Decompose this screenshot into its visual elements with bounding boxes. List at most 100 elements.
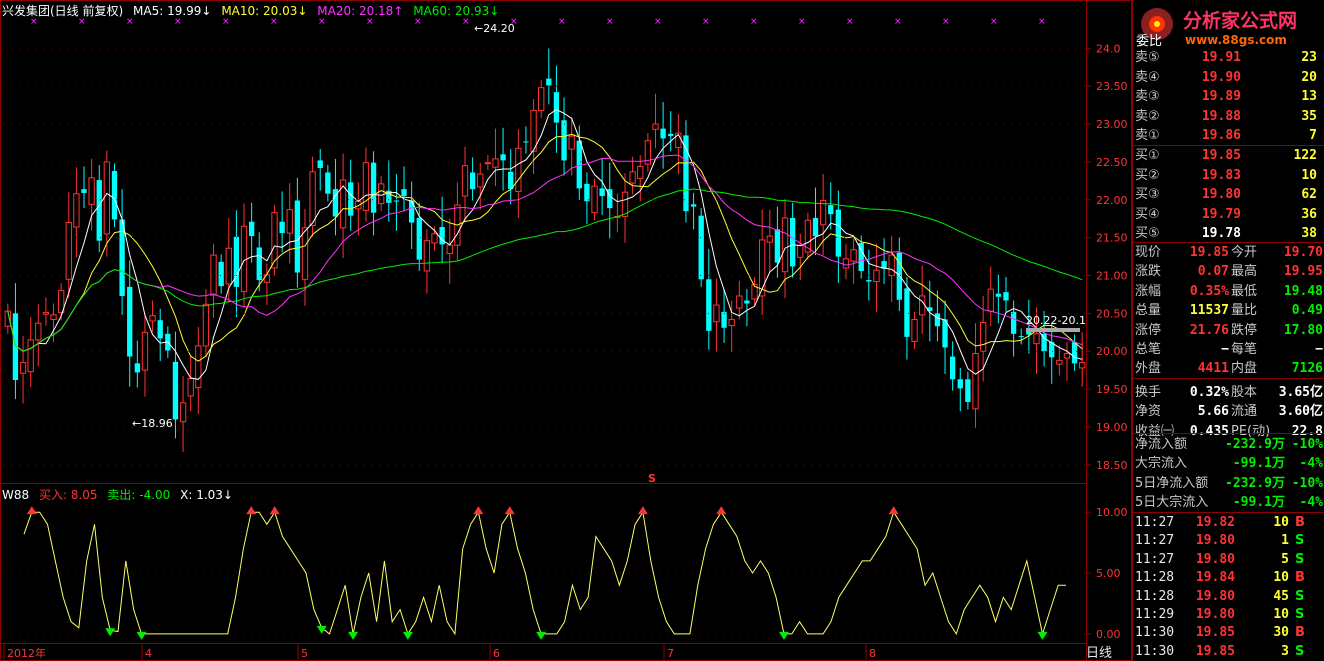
range-marker-label: 20.22-20.1 — [1026, 314, 1086, 327]
candle-up — [568, 135, 575, 150]
price-axis: 24.0 23.50 23.00 22.50 22.00 21.50 21.00 20.50 2… — [4, 42, 1128, 472]
tick-side: S — [1295, 588, 1305, 604]
candle-up — [301, 227, 309, 280]
sell-order-row: 卖② 19.88 35 — [1135, 107, 1323, 126]
candle-down — [706, 279, 712, 331]
candle-down — [134, 363, 141, 373]
candle-down — [401, 189, 407, 196]
buy-arrow-icon — [473, 506, 484, 515]
order-label: 卖④ — [1135, 69, 1160, 85]
candle-up — [461, 165, 469, 197]
quote-row: 总笔 − 每笔 − — [1135, 340, 1323, 359]
candle-up — [530, 109, 537, 152]
candle-down — [96, 180, 102, 241]
candle-down — [904, 288, 910, 337]
order-label: 卖⑤ — [1135, 50, 1160, 65]
order-volume: 122 — [1293, 148, 1317, 163]
candle-up — [629, 171, 636, 184]
candle-down — [835, 209, 842, 257]
tick-side: S — [1295, 551, 1305, 567]
quote-row: 外盘 4411 内盘 7126 — [1135, 359, 1323, 378]
period-label[interactable]: 日线 — [1086, 642, 1112, 661]
candle-up — [88, 177, 95, 205]
price-tick-label: 18.50 — [1096, 459, 1128, 472]
candle-up — [19, 362, 27, 374]
candle-up — [141, 331, 149, 371]
top-x-marker: × — [702, 17, 710, 27]
candle-down — [1071, 342, 1078, 364]
tick-time: 11:30 — [1135, 625, 1175, 641]
buy-arrow-icon — [637, 506, 648, 515]
sell-arrow-icon — [778, 631, 789, 640]
candle-up — [515, 147, 522, 192]
quote-key: 最低 — [1231, 283, 1258, 299]
logo-name: 分析家公式网 — [1183, 10, 1298, 32]
order-price: 19.83 — [1201, 167, 1241, 183]
candle-up — [179, 402, 187, 423]
panel-separator — [1133, 378, 1324, 379]
tick-side: S — [1295, 607, 1305, 622]
order-label: 买② — [1135, 167, 1160, 183]
sell-order-row: 卖① 19.86 7 — [1135, 126, 1323, 145]
candle-up — [35, 322, 42, 341]
kline-chart-area[interactable]: 24.0 23.50 23.00 22.50 22.00 21.50 21.00 20.50 2… — [0, 0, 1132, 661]
candle-up — [987, 288, 994, 312]
candle-down — [111, 170, 118, 220]
ma20-label: MA20: 20.18↑ — [317, 4, 404, 18]
quote-value: 0.35% — [1189, 283, 1229, 299]
tick-time: 11:27 — [1135, 533, 1175, 549]
quote-key: 股本 — [1231, 384, 1258, 400]
candle-up — [972, 353, 979, 410]
indicator-name[interactable]: W88 — [2, 488, 29, 502]
quote-value: 7126 — [1291, 361, 1323, 377]
candle-up — [65, 221, 72, 280]
quote-key: 量比 — [1231, 303, 1258, 319]
flow-key: 5日净流入额 — [1135, 475, 1209, 491]
candle-up — [637, 165, 644, 180]
tick-price: 19.85 — [1195, 625, 1235, 641]
quote-key: 涨幅 — [1135, 283, 1162, 299]
w88-indicator: 10.00 5.00 0.00 — [4, 506, 1128, 641]
tick-row: 11:29 19.80 10 S — [1135, 605, 1323, 624]
order-price: 19.80 — [1201, 187, 1241, 203]
quote-panel: 分析家公式网 www.88gs.com 委比 卖⑤ 19.91 23 卖④ 19.90 2… — [1132, 0, 1324, 661]
quote-value: 0.32% — [1189, 384, 1229, 400]
date-label: 8 — [869, 647, 876, 660]
candle-up — [378, 183, 385, 205]
candle-down — [523, 141, 529, 143]
tick-time: 11:28 — [1135, 570, 1175, 586]
buy-arrow-icon — [246, 506, 257, 515]
candle-down — [934, 313, 941, 327]
candle-down — [561, 120, 567, 161]
high-marker-label: ←24.20 — [474, 22, 515, 35]
tick-price: 19.80 — [1195, 588, 1235, 604]
candle-up — [286, 209, 293, 234]
sell-arrow-icon — [136, 631, 147, 640]
candle-up — [50, 314, 57, 320]
order-volume: 10 — [1301, 167, 1317, 183]
candle-down — [660, 128, 666, 139]
buy-order-row: 买② 19.83 10 — [1135, 166, 1323, 185]
quote-value: 3.60亿 — [1278, 404, 1323, 420]
candle-up — [225, 247, 232, 285]
tick-time: 11:28 — [1135, 588, 1175, 604]
candle-down — [172, 361, 179, 420]
date-label: 4 — [145, 647, 152, 660]
chart-markers: × × × × × × × × × × × × × × × × × × × × × ×←24.20←18.9620.22-… — [30, 17, 1086, 485]
x-value: X: 1.03↓ — [180, 488, 233, 502]
price-tick-label: 23.00 — [1096, 118, 1128, 131]
tick-row: 11:27 19.80 5 S — [1135, 550, 1323, 569]
candle-down — [812, 217, 819, 237]
order-price: 19.90 — [1201, 69, 1241, 85]
buy-arrow-icon — [716, 506, 727, 515]
candle-up — [979, 321, 987, 352]
candle-up — [431, 233, 438, 244]
candle-up — [477, 173, 484, 188]
candle-down — [744, 300, 750, 304]
candle-up — [240, 225, 248, 292]
order-volume: 7 — [1309, 128, 1317, 144]
ma60-line — [7, 188, 1083, 352]
date-label: 6 — [493, 647, 500, 660]
price-tick-label: 21.50 — [1096, 232, 1128, 245]
top-x-marker: × — [606, 17, 614, 27]
